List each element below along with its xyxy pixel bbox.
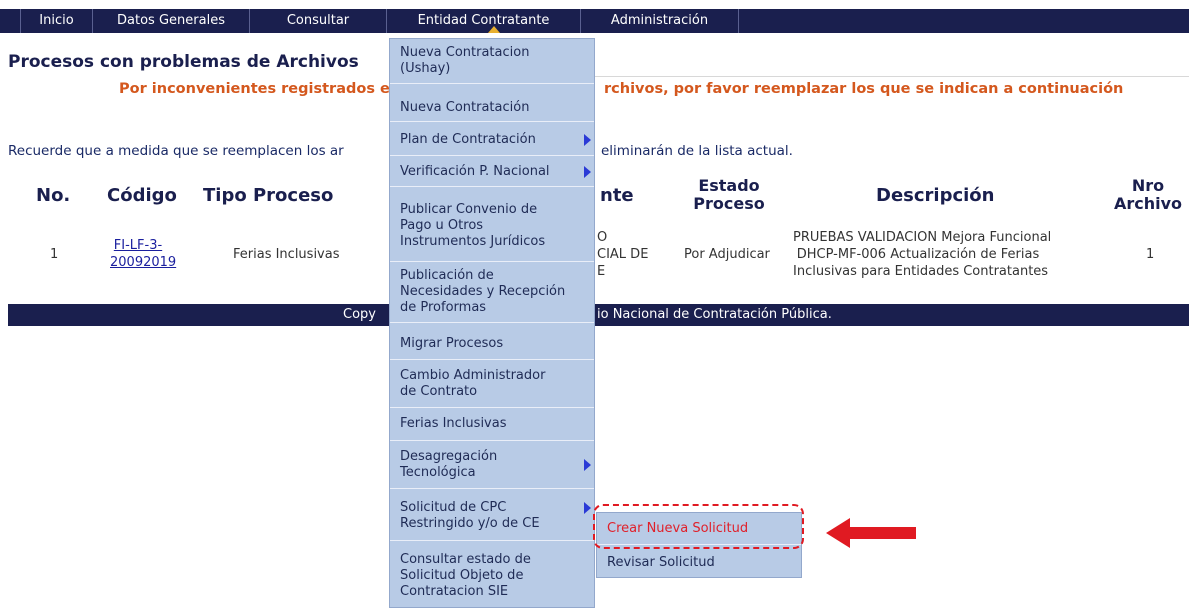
chevron-right-icon [584, 165, 591, 178]
menu-item-label: Consultar estado de [400, 552, 531, 567]
menu-item-publicacion-necesidades[interactable]: Publicación de Necesidades y Recepción de … [390, 262, 594, 323]
menu-item-label: Plan de Contratación [400, 132, 536, 147]
menu-item-nueva-contratacion-ushay[interactable]: Nueva Contratacion (Ushay) [390, 39, 594, 84]
menu-item-label: Solicitud Objeto de [400, 568, 524, 583]
footer-text-left: Copy [343, 307, 376, 322]
menu-item-label: Nueva Contratacion [400, 45, 530, 60]
menu-item-label: Instrumentos Jurídicos [400, 233, 546, 249]
menu-item-label: Publicar Convenio de [400, 201, 538, 217]
cell-no: 1 [50, 247, 59, 262]
menu-item-label: de Proformas [400, 300, 487, 315]
menu-item-label: Contratacion SIE [400, 584, 509, 599]
menu-item-label: Migrar Procesos [400, 335, 504, 351]
menu-item-desagregacion-tecnologica[interactable]: Desagregación Tecnológica [390, 441, 594, 489]
cell-nro-archivo: 1 [1146, 247, 1155, 262]
footer: Copy io Nacional de Contratación Pública… [8, 304, 1189, 326]
menu-item-plan-de-contratacion[interactable]: Plan de Contratación [390, 125, 594, 156]
nav-inicio[interactable]: Inicio [20, 9, 93, 33]
menu-item-nueva-contratacion[interactable]: Nueva Contratación [390, 94, 594, 122]
cell-estado: Por Adjudicar [684, 247, 770, 262]
cell-desc-line3: Inclusivas para Entidades Contratantes [793, 264, 1049, 279]
footer-text-right: io Nacional de Contratación Pública. [597, 307, 832, 322]
chevron-right-icon [584, 134, 591, 146]
cell-descripcion: PRUEBAS VALIDACION Mejora Funcional DHCP… [793, 229, 1052, 280]
codigo-link-line2[interactable]: 20092019 [110, 254, 176, 271]
col-header-descripcion: Descripción [876, 185, 995, 206]
entidad-contratante-dropdown: Nueva Contratacion (Ushay) Nueva Contrata… [389, 38, 595, 608]
col-header-no: No. [36, 185, 71, 206]
chevron-right-icon [584, 502, 591, 514]
chevron-right-icon [584, 458, 591, 471]
cell-tipo-proceso: Ferias Inclusivas [233, 247, 340, 262]
col-header-nro-line1: Nro [1131, 176, 1165, 195]
cell-entidad-line3: E [597, 264, 606, 279]
cell-entidad-line2: CIAL DE [597, 247, 649, 262]
menu-item-publicar-convenio[interactable]: Publicar Convenio de Pago u Otros Instrume… [390, 190, 594, 262]
reminder-text-right: eliminarán de la lista actual. [601, 143, 793, 159]
page-title: Procesos con problemas de Archivos [8, 52, 359, 72]
menu-item-label: Tecnológica [400, 464, 476, 480]
menu-item-label: Necesidades y Recepción [400, 284, 566, 299]
col-header-estado-line1: Estado [698, 176, 760, 195]
cell-codigo[interactable]: FI-LF-3- 20092019 [110, 237, 176, 271]
caret-up-icon [488, 26, 500, 33]
submenu-revisar-solicitud[interactable]: Revisar Solicitud [597, 547, 801, 579]
menu-item-migrar-procesos[interactable]: Migrar Procesos [390, 328, 594, 360]
warning-text-right: rchivos, por favor reemplazar los que se… [604, 81, 1124, 97]
top-nav: Inicio Datos Generales Consultar Entidad… [0, 9, 1189, 33]
menu-item-solicitud-cpc[interactable]: Solicitud de CPC Restringido y/o de CE [390, 491, 594, 541]
col-header-entidad: nte [600, 185, 634, 206]
nav-entidad-contratante[interactable]: Entidad Contratante [387, 9, 581, 33]
menu-item-label: Pago u Otros [400, 217, 484, 233]
highlight-box [593, 504, 804, 549]
warning-text-left: Por inconvenientes registrados en [119, 81, 401, 97]
nav-consultar[interactable]: Consultar [250, 9, 387, 33]
codigo-link-line1[interactable]: FI-LF-3- [110, 237, 166, 254]
menu-item-label: Cambio Administrador [400, 367, 546, 383]
arrow-left-icon [826, 518, 916, 548]
nav-administracion[interactable]: Administración [581, 9, 739, 33]
menu-item-ferias-inclusivas[interactable]: Ferias Inclusivas [390, 408, 594, 441]
menu-item-label: Publicación de [400, 268, 494, 283]
col-header-estado: Estado Proceso [686, 177, 772, 213]
cell-entidad: O CIAL DE E [597, 229, 648, 280]
menu-item-label: Desagregación [400, 448, 498, 464]
col-header-estado-line2: Proceso [693, 194, 765, 213]
menu-item-label: Ferias Inclusivas [400, 416, 507, 431]
menu-item-label: Nueva Contratación [400, 99, 530, 115]
cell-desc-line2: DHCP-MF-006 Actualización de Ferias [796, 247, 1040, 262]
col-header-tipo-proceso: Tipo Proceso [203, 185, 334, 206]
menu-item-label: de Contrato [400, 383, 478, 399]
col-header-nro-line2: Archivo [1113, 194, 1183, 213]
menu-item-label: Restringido y/o de CE [400, 515, 540, 531]
cell-desc-line1: PRUEBAS VALIDACION Mejora Funcional [793, 230, 1052, 245]
col-header-codigo: Código [107, 185, 177, 206]
col-header-nro-archivo: Nro Archivo [1110, 177, 1186, 213]
menu-item-cambio-administrador[interactable]: Cambio Administrador de Contrato [390, 360, 594, 408]
menu-item-label: (Ushay) [400, 61, 451, 76]
menu-item-label: Solicitud de CPC [400, 499, 507, 515]
reminder-text-left: Recuerde que a medida que se reemplacen … [8, 143, 344, 159]
nav-datos-generales[interactable]: Datos Generales [93, 9, 250, 33]
cell-entidad-line1: O [597, 230, 608, 245]
menu-item-verificacion-p-nacional[interactable]: Verificación P. Nacional [390, 157, 594, 187]
menu-item-label: Verificación P. Nacional [400, 163, 550, 179]
menu-item-consultar-estado-sie[interactable]: Consultar estado de Solicitud Objeto de Co… [390, 543, 594, 608]
